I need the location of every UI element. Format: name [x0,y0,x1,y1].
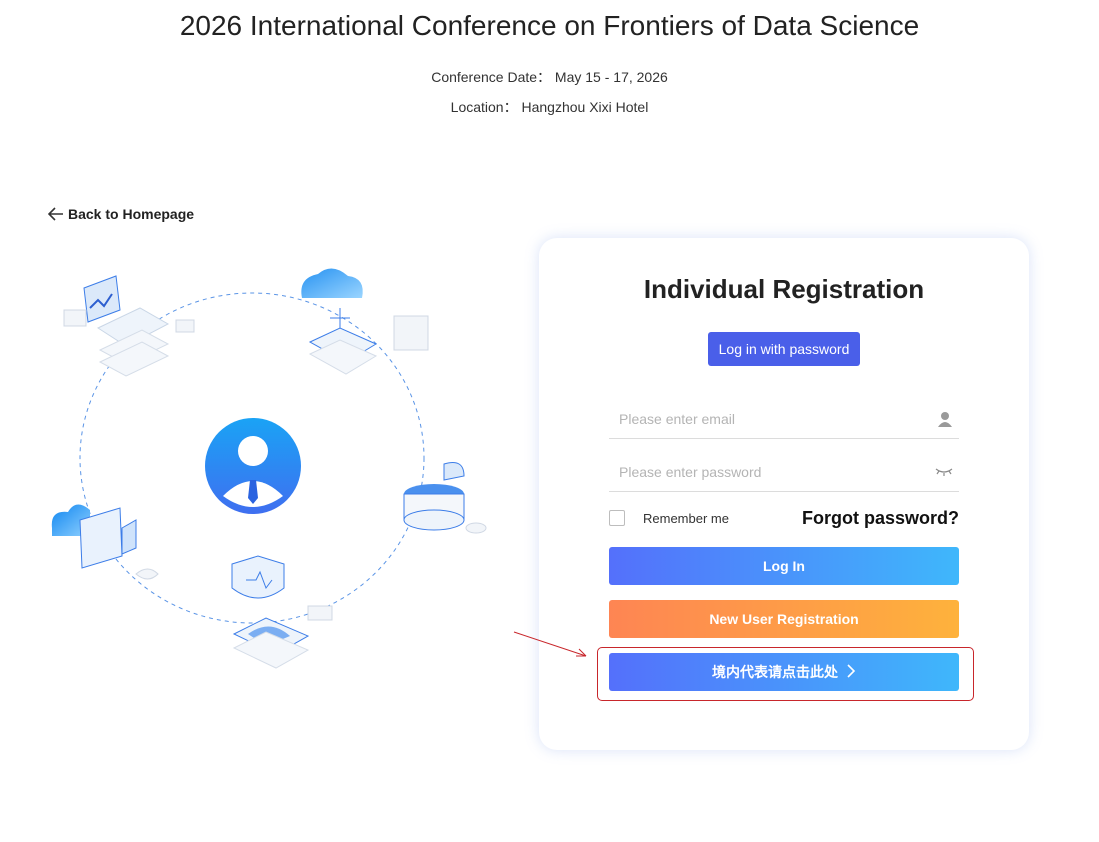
cloud-icon [301,268,429,375]
shield-icon [231,555,333,669]
remember-me-label: Remember me [643,510,729,526]
remember-me: Remember me [609,510,729,526]
video-camera-icon [51,504,159,580]
arrow-left-icon [48,207,64,221]
network-illustration [51,268,487,669]
annotation-arrow [513,631,587,657]
form-title: Individual Registration [643,274,925,304]
email-field-wrapper [609,402,959,439]
user-icon [937,411,953,432]
email-input[interactable] [609,402,919,436]
forgot-password-link[interactable]: Forgot password? [802,508,959,529]
remember-me-checkbox[interactable] [609,510,625,526]
laptop-icon [63,275,195,377]
password-input[interactable] [609,455,919,489]
login-button[interactable]: Log In [609,547,959,585]
password-field-wrapper [609,455,959,492]
login-with-password-tab[interactable]: Log in with password [708,332,860,366]
conference-title: 2026 International Conference on Frontie… [179,10,920,41]
user-avatar-icon [205,418,301,514]
conference-date: Conference Date： May 15 - 17, 2026 [431,69,668,85]
conference-location: Location： Hangzhou Xixi Hotel [450,99,649,115]
database-icon [403,462,487,534]
back-link-label: Back to Homepage [68,206,195,222]
annotation-highlight-box [597,647,974,701]
back-to-homepage-link[interactable]: Back to Homepage [48,206,194,222]
new-user-registration-button[interactable]: New User Registration [609,600,959,638]
eye-closed-icon[interactable] [935,464,953,482]
